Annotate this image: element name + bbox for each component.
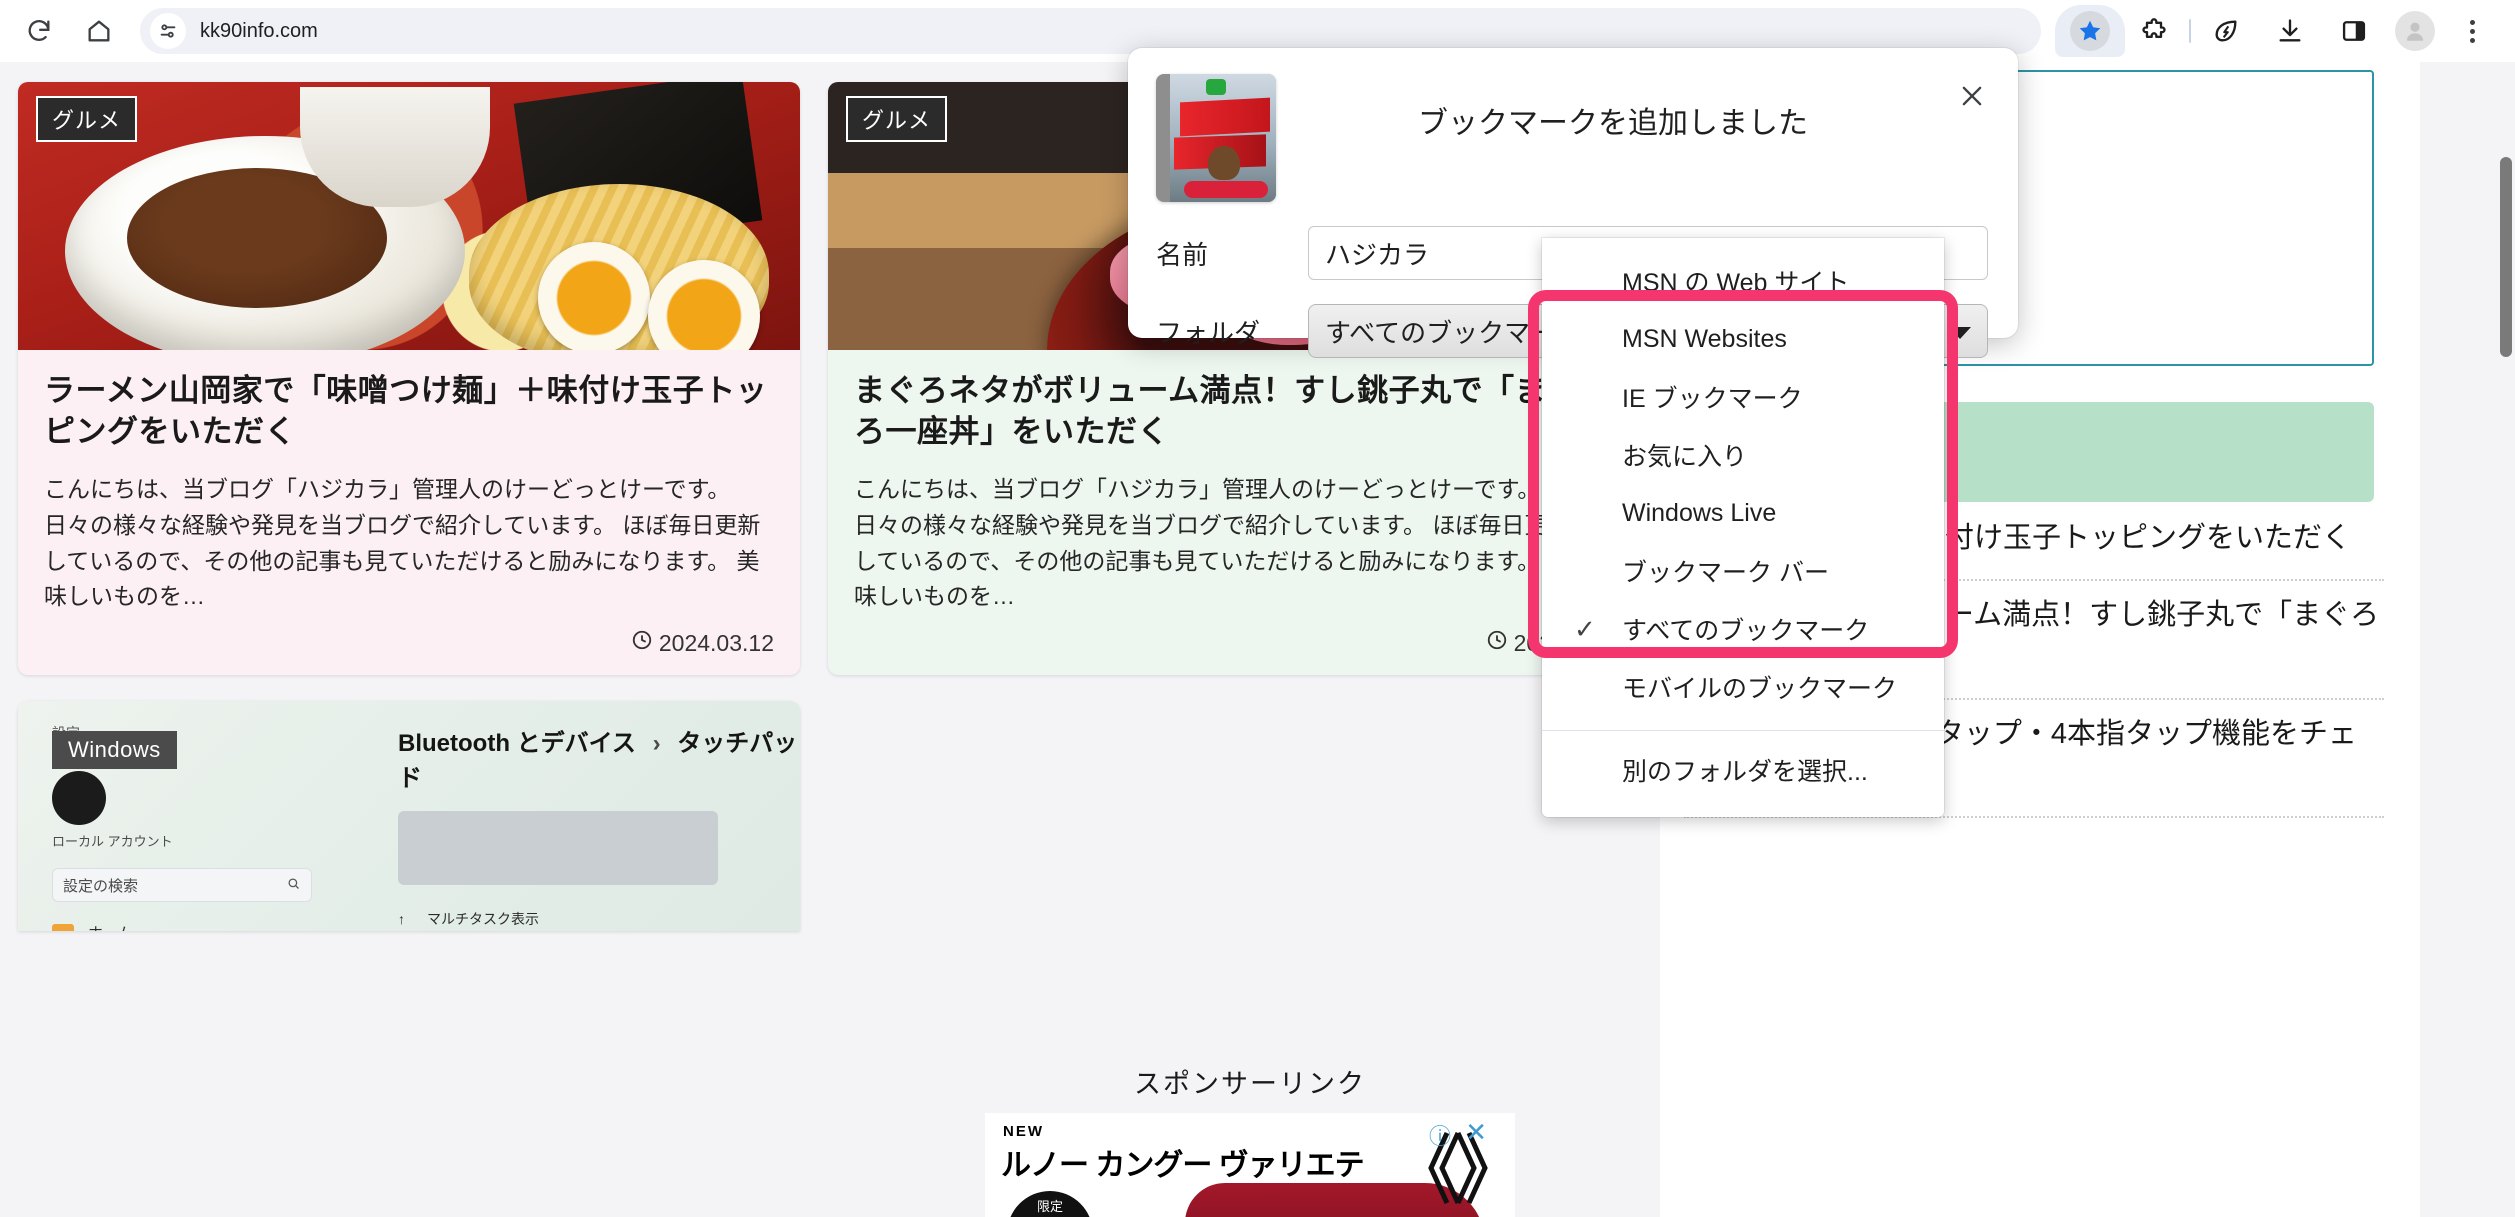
- folder-dropdown-menu[interactable]: MSN の Web サイト MSN Websites IE ブックマーク お気に…: [1542, 238, 1944, 817]
- dropdown-item-label: 別のフォルダを選択...: [1622, 758, 1868, 786]
- article-title[interactable]: まぐろネタがボリューム満点！すし銚子丸で「まぐろ一座丼」をいただく: [854, 370, 1584, 452]
- article-date-text: 2024.03.12: [658, 629, 774, 656]
- ad-banner[interactable]: NEW ルノー カングー ヴァリエテ 限定 150 台 ⓘ ✕: [985, 1113, 1515, 1217]
- home-icon[interactable]: [76, 8, 122, 54]
- clock-icon: [1486, 629, 1508, 657]
- article-thumbnail: グルメ: [18, 82, 800, 350]
- settings-row: ↑ マルチタスク表示: [398, 909, 800, 929]
- dropdown-item-label: Windows Live: [1622, 498, 1777, 527]
- windows-article-card[interactable]: 設定 ローカル アカウント 設定の検索 ホーム: [18, 701, 800, 931]
- energy-saver-leaf-icon[interactable]: [2203, 8, 2249, 54]
- scrollbar-thumb[interactable]: [2500, 157, 2512, 357]
- close-icon[interactable]: [1950, 74, 1994, 118]
- dropdown-item-label: お気に入り: [1622, 443, 1748, 471]
- star-filled-icon: [2070, 11, 2110, 51]
- windows-settings-main: Bluetooth とデバイス › タッチパッド ↑ マルチタスク表示 ↓ デス…: [398, 723, 800, 931]
- settings-account-label: ローカル アカウント: [52, 834, 173, 849]
- ad-limited-badge: 限定 150 台: [1007, 1191, 1093, 1217]
- three-dot-menu-icon[interactable]: [2449, 8, 2495, 54]
- search-icon: [286, 876, 301, 895]
- breadcrumb-separator: ›: [652, 730, 661, 757]
- ad-info-icon[interactable]: ⓘ: [1429, 1119, 1451, 1151]
- article-title[interactable]: ラーメン山岡家で「味噌つけ麺」＋味付け玉子トッピングをいただく: [44, 370, 774, 452]
- settings-nav-label: ホーム: [88, 922, 133, 931]
- dropdown-item[interactable]: IE ブックマーク: [1542, 368, 1944, 426]
- page-thumbnail: [1156, 74, 1276, 202]
- dropdown-item-label: モバイルのブックマーク: [1622, 675, 1898, 703]
- ad-close-icon[interactable]: ✕: [1465, 1117, 1487, 1148]
- egg-decor: [538, 242, 650, 350]
- article-date: 2024.03.12: [44, 629, 774, 657]
- dropdown-item-label: IE ブックマーク: [1622, 385, 1803, 413]
- dropdown-item-label: ブックマーク バー: [1622, 559, 1829, 587]
- dropdown-item-selected[interactable]: ✓ すべてのブックマーク: [1542, 600, 1944, 658]
- settings-heading: Bluetooth とデバイス › タッチパッド: [398, 723, 800, 793]
- site-settings-icon[interactable]: [150, 13, 186, 49]
- category-badge[interactable]: Windows: [52, 731, 177, 769]
- settings-avatar: [52, 771, 106, 825]
- article-card[interactable]: グルメ ラーメン山岡家で「味噌つけ麺」＋味付け玉子トッピングをいただく こんにち…: [18, 82, 800, 675]
- dropdown-item[interactable]: モバイルのブックマーク: [1542, 658, 1944, 716]
- settings-device-card: [398, 811, 718, 885]
- bookmark-folder-label: フォルダ: [1156, 317, 1261, 348]
- dropdown-item[interactable]: MSN Websites: [1542, 310, 1944, 368]
- page-scrollbar[interactable]: [2497, 62, 2515, 1217]
- article-date: 2024.0: [854, 629, 1584, 657]
- dropdown-item[interactable]: お気に入り: [1542, 426, 1944, 484]
- side-panel-icon[interactable]: [2331, 8, 2377, 54]
- article-body: まぐろネタがボリューム満点！すし銚子丸で「まぐろ一座丼」をいただく こんにちは、…: [828, 350, 1610, 675]
- article-excerpt: こんにちは、当ブログ「ハジカラ」管理人のけーどっとけーです。 日々の様々な経験や…: [854, 476, 1571, 610]
- sponsor-block: スポンサーリンク NEW ルノー カングー ヴァリエテ 限定 150 台 ⓘ ✕: [880, 1062, 1620, 1217]
- arrow-up-icon: ↑: [398, 911, 405, 927]
- dropdown-item[interactable]: ブックマーク バー: [1542, 542, 1944, 600]
- dropdown-divider: [1542, 730, 1944, 731]
- settings-heading-text: Bluetooth とデバイス: [398, 730, 636, 757]
- bookmark-star-button[interactable]: [2055, 5, 2125, 57]
- puzzle-piece-icon[interactable]: [2131, 8, 2177, 54]
- settings-search-text: 設定の検索: [63, 877, 139, 895]
- chevron-down-icon: [1949, 316, 1971, 347]
- check-icon: ✓: [1574, 613, 1596, 644]
- dropdown-item[interactable]: Windows Live: [1542, 484, 1944, 542]
- profile-avatar-icon[interactable]: [2395, 11, 2435, 51]
- article-excerpt: こんにちは、当ブログ「ハジカラ」管理人のけーどっとけーです。 日々の様々な経験や…: [44, 476, 761, 610]
- bookmark-bubble-title: ブックマークを追加しました: [1418, 107, 1808, 140]
- toolbar-divider: [2189, 19, 2191, 43]
- category-badge[interactable]: グルメ: [846, 96, 948, 142]
- home-icon: [52, 923, 74, 931]
- dropdown-item-label: MSN の Web サイト: [1622, 269, 1850, 297]
- settings-row-label: マルチタスク表示: [427, 911, 539, 927]
- download-icon[interactable]: [2267, 8, 2313, 54]
- article-body: ラーメン山岡家で「味噌つけ麺」＋味付け玉子トッピングをいただく こんにちは、当ブ…: [18, 350, 800, 675]
- dropdown-item[interactable]: MSN の Web サイト: [1542, 252, 1944, 310]
- clock-icon: [631, 629, 653, 657]
- sponsor-label: スポンサーリンク: [1134, 1069, 1366, 1099]
- address-bar-url: kk90info.com: [200, 19, 318, 42]
- bookmark-name-label: 名前: [1156, 239, 1209, 270]
- dropdown-item-label: MSN Websites: [1622, 324, 1787, 353]
- reload-icon[interactable]: [16, 8, 62, 54]
- category-badge[interactable]: グルメ: [36, 96, 138, 142]
- settings-nav-item-home[interactable]: ホーム: [52, 922, 352, 931]
- settings-search-input[interactable]: 設定の検索: [52, 868, 312, 902]
- bookmark-bubble-header: ブックマークを追加しました: [1128, 48, 2018, 202]
- dropdown-item-label: すべてのブックマーク: [1622, 617, 1870, 645]
- dropdown-item-choose-folder[interactable]: 別のフォルダを選択...: [1542, 741, 1944, 799]
